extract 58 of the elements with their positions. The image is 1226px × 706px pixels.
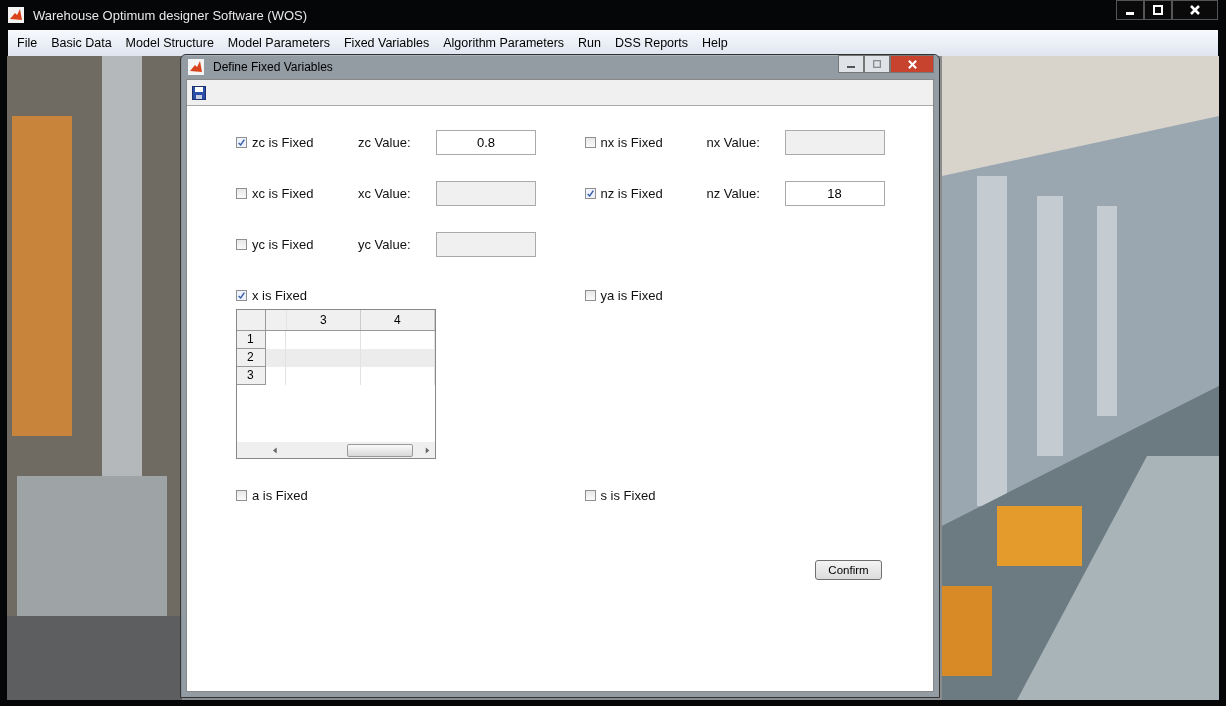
checkbox[interactable] <box>236 239 247 250</box>
maximize-icon <box>1152 4 1164 16</box>
menu-item[interactable]: Run <box>578 36 601 50</box>
save-icon[interactable] <box>192 85 206 100</box>
row-header[interactable]: 3 <box>237 367 266 385</box>
menu-item[interactable]: DSS Reports <box>615 36 688 50</box>
input-field[interactable]: 0.8 <box>436 130 536 155</box>
checkbox[interactable] <box>584 490 596 501</box>
field-label: xc Value: <box>358 186 412 201</box>
close-icon <box>906 58 918 70</box>
dialog-title: Define Fixed Variables <box>213 60 333 74</box>
field-label: yc Value: <box>358 237 412 252</box>
checkbox[interactable] <box>584 290 596 301</box>
input-field[interactable]: 18 <box>784 181 885 206</box>
window-title: Warehouse Optimum designer Software (WOS) <box>33 7 308 23</box>
checkbox-label: yc is Fixed <box>252 237 315 252</box>
field-label: nz Value: <box>706 186 761 201</box>
checkbox[interactable] <box>584 137 596 148</box>
checkbox[interactable] <box>584 188 596 199</box>
column-header[interactable]: 3 <box>286 310 361 330</box>
close-button[interactable] <box>1172 0 1218 20</box>
checkbox[interactable] <box>236 290 247 301</box>
field-label: nx Value: <box>706 135 761 150</box>
checkbox-label: a is Fixed <box>252 488 309 503</box>
minimize-button[interactable] <box>1116 0 1144 20</box>
row-header[interactable]: 2 <box>237 349 266 367</box>
menu-item[interactable]: File <box>17 36 38 50</box>
scroll-right-icon[interactable] <box>424 446 429 454</box>
checkbox[interactable] <box>236 490 247 501</box>
minimize-icon <box>847 65 855 68</box>
checkbox-label: nx is Fixed <box>600 135 664 150</box>
minimize-icon <box>1126 11 1134 15</box>
column-header[interactable]: 4 <box>360 310 435 330</box>
checkbox-label: zc is Fixed <box>252 135 315 150</box>
menu-item[interactable]: Model Structure <box>125 36 214 50</box>
menu-item[interactable]: Basic Data <box>51 36 112 50</box>
scroll-thumb[interactable] <box>347 443 413 457</box>
checkbox-label: s is Fixed <box>600 488 657 503</box>
close-icon <box>1189 4 1201 16</box>
checkbox-label: ya is Fixed <box>600 288 664 303</box>
maximize-button[interactable] <box>1144 0 1172 20</box>
confirm-button[interactable]: Confirm <box>815 560 882 580</box>
scrollbar[interactable] <box>237 442 435 458</box>
row-header[interactable]: 1 <box>237 331 266 349</box>
checkbox[interactable] <box>236 188 247 199</box>
checkbox-label: x is Fixed <box>252 288 308 303</box>
checkbox-label: nz is Fixed <box>600 186 664 201</box>
app-logo-icon <box>8 7 24 23</box>
menu-item[interactable]: Help <box>701 36 728 50</box>
menu-item[interactable]: Algorithm Parameters <box>443 36 565 50</box>
checkbox[interactable] <box>236 137 247 148</box>
menu-item[interactable]: Model Parameters <box>227 36 330 50</box>
field-label: zc Value: <box>358 135 412 150</box>
app-logo-icon <box>188 59 204 75</box>
scroll-left-icon[interactable] <box>273 446 278 454</box>
maximize-icon <box>872 59 882 69</box>
checkbox-label: xc is Fixed <box>252 186 315 201</box>
menu-item[interactable]: Fixed Variables <box>343 36 430 50</box>
